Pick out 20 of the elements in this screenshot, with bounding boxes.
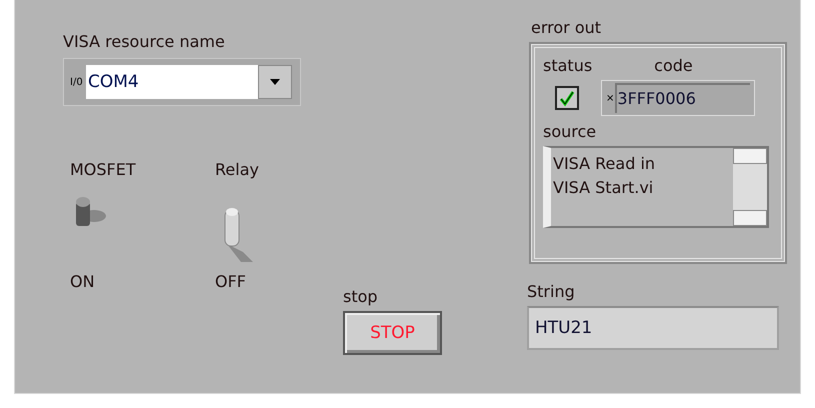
status-checkbox[interactable] [555,86,579,110]
hex-prefix: × [606,92,614,104]
switch-label: Relay [215,160,259,180]
source-label: source [543,122,598,142]
source-field[interactable]: VISA Read in VISA Start.vi [543,146,769,228]
switch-label: MOSFET [70,160,136,180]
io-glyph: I/0 [70,76,84,88]
string-field[interactable]: HTU21 [527,306,779,350]
code-label: code [654,56,693,76]
visa-label: VISA resource name [63,32,225,52]
stop-label: stop [343,287,378,307]
code-value: 3FFF0006 [615,83,750,113]
switch-state-text: OFF [215,272,246,292]
visa-resource-dropdown[interactable]: I/0 COM4 [63,58,301,106]
scrollbar[interactable] [733,148,767,226]
string-label: String [527,282,575,302]
status-label: status [543,56,592,76]
code-field[interactable]: × 3FFF0006 [601,80,755,116]
error-out-label: error out [531,18,602,38]
switch-state-text: ON [70,272,95,292]
